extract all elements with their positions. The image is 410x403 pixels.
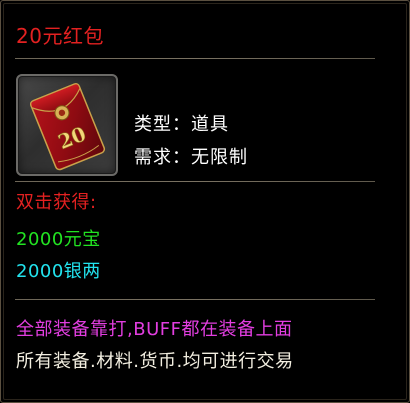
divider [15,58,375,59]
item-tooltip: 20元红包 20 类型：道具 需求：无限制 双击获得: 2000元宝 2000银… [0,0,410,403]
divider [15,181,375,182]
item-type: 类型：道具 [134,113,229,137]
divider [15,299,375,300]
item-name: 20元红包 [16,24,104,48]
red-envelope-icon: 20 [30,83,106,171]
reward-item: 2000银两 [16,261,101,282]
item-requirement-value: 无限制 [191,147,248,168]
item-requirement: 需求：无限制 [134,146,248,170]
item-type-label: 类型： [134,114,191,135]
item-type-value: 道具 [191,114,229,135]
item-icon-frame: 20 [16,74,118,176]
note-line: 所有装备.材料.货币.均可进行交易 [16,351,294,372]
reward-item: 2000元宝 [16,229,101,250]
item-requirement-label: 需求： [134,147,191,168]
note-line: 全部装备靠打,BUFF都在装备上面 [16,319,293,340]
usage-action: 双击获得: [16,192,97,213]
